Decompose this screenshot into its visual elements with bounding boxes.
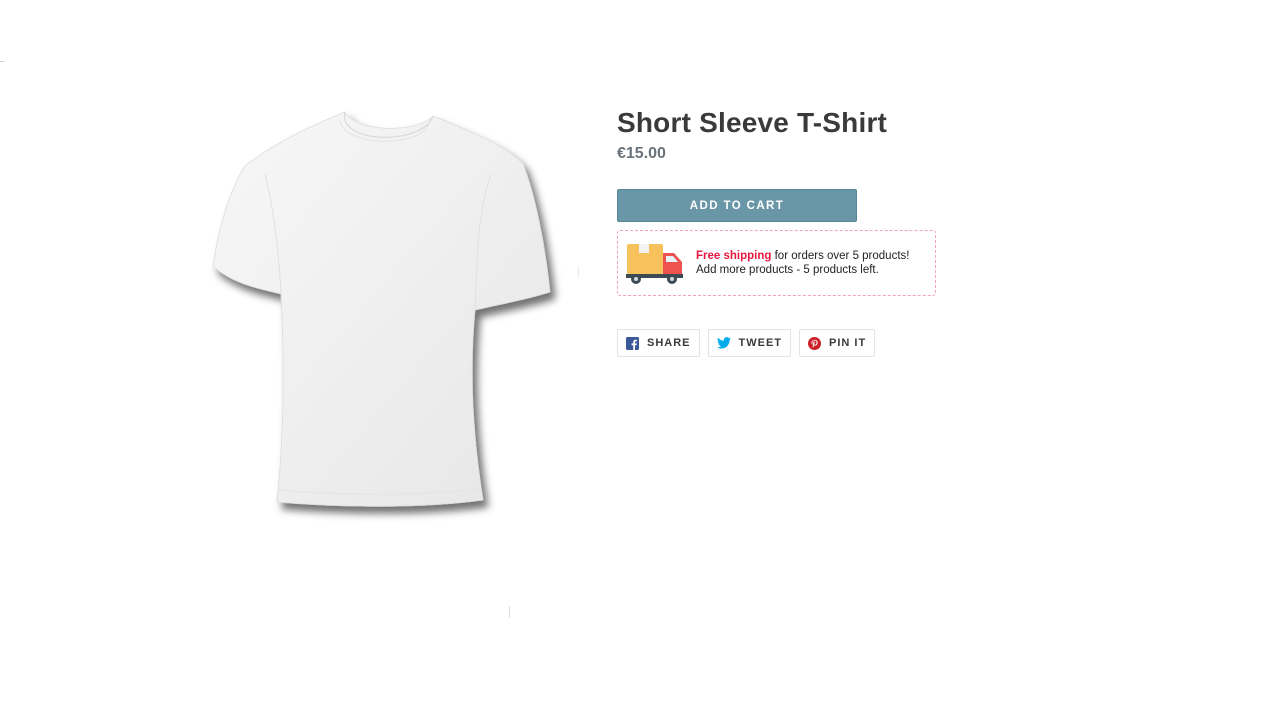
product-image[interactable] xyxy=(205,104,565,524)
product-price: €15.00 xyxy=(617,145,666,162)
tshirt-image xyxy=(212,111,551,507)
facebook-icon xyxy=(626,336,639,350)
free-shipping-label: Free shipping xyxy=(696,250,772,262)
add-to-cart-button[interactable]: ADD TO CART xyxy=(617,189,857,222)
shipping-notice: Free shipping for orders over 5 products… xyxy=(617,230,936,296)
pin-label: PIN IT xyxy=(829,337,867,349)
shipping-text: Free shipping for orders over 5 products… xyxy=(696,249,909,277)
shipping-line-2: Add more products - 5 products left. xyxy=(696,264,879,276)
twitter-icon xyxy=(716,337,731,349)
pin-it-button[interactable]: PIN IT xyxy=(799,329,876,357)
product-title: Short Sleeve T-Shirt xyxy=(617,107,888,138)
shipping-condition: for orders over 5 products! xyxy=(771,250,910,262)
divider xyxy=(0,61,4,62)
product-page: Short Sleeve T-Shirt €15.00 ADD TO CART … xyxy=(0,0,1280,720)
tweet-button[interactable]: TWEET xyxy=(707,329,792,357)
product-info: Short Sleeve T-Shirt €15.00 ADD TO CART … xyxy=(617,104,957,357)
tweet-label: TWEET xyxy=(738,337,783,349)
shipping-line-1: Free shipping for orders over 5 products… xyxy=(696,249,909,263)
share-facebook-button[interactable]: SHARE xyxy=(617,329,700,357)
share-label: SHARE xyxy=(647,337,691,349)
delivery-truck-icon xyxy=(626,244,683,284)
divider xyxy=(578,266,579,278)
pinterest-icon xyxy=(808,336,822,350)
social-share: SHARE TWEET PIN IT xyxy=(617,329,957,357)
divider xyxy=(509,606,510,618)
